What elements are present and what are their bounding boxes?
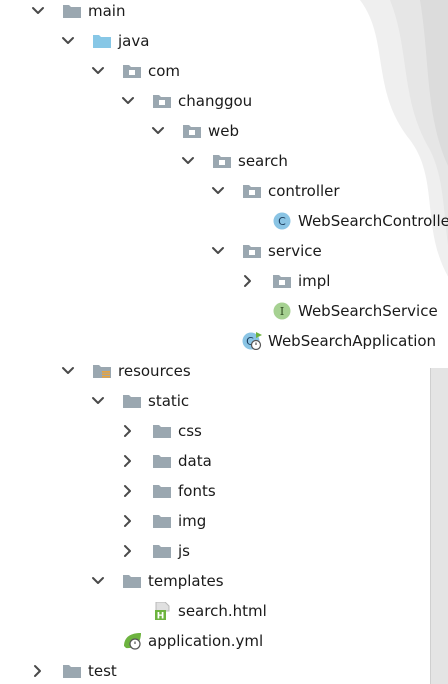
tree-item-label: web — [208, 122, 240, 140]
chevron-down-icon[interactable] — [90, 393, 106, 409]
tree-item[interactable]: changgou — [0, 86, 448, 116]
chevron-right-icon[interactable] — [30, 663, 46, 679]
chevron-right-icon[interactable] — [120, 453, 136, 469]
folder-gray-icon — [152, 512, 172, 530]
chevron-down-icon[interactable] — [90, 573, 106, 589]
tree-item-label: fonts — [178, 482, 216, 500]
tree-item[interactable]: templates — [0, 566, 448, 596]
tree-item[interactable]: static — [0, 386, 448, 416]
svg-text:H: H — [157, 612, 165, 621]
tree-item-label: WebSearchApplication — [268, 332, 437, 350]
package-icon — [272, 272, 292, 290]
chevron-down-icon[interactable] — [210, 183, 226, 199]
tree-item-label: static — [148, 392, 190, 410]
tree-item-label: css — [178, 422, 202, 440]
tree-item[interactable]: search — [0, 146, 448, 176]
tree-item-label: data — [178, 452, 212, 470]
tree-item[interactable]: fonts — [0, 476, 448, 506]
chevron-down-icon[interactable] — [210, 243, 226, 259]
html-file-icon: H — [152, 602, 172, 620]
tree-item-label: controller — [268, 182, 340, 200]
tree-item[interactable]: application.yml — [0, 626, 448, 656]
chevron-right-icon[interactable] — [120, 513, 136, 529]
folder-gray-icon — [62, 662, 82, 680]
tree-item[interactable]: resources — [0, 356, 448, 386]
tree-item[interactable]: img — [0, 506, 448, 536]
tree-item-label: main — [88, 2, 126, 20]
tree-item[interactable]: C WebSearchApplication — [0, 326, 448, 356]
spring-boot-class-icon: C — [242, 332, 262, 350]
tree-item[interactable]: css — [0, 416, 448, 446]
chevron-right-icon[interactable] — [120, 423, 136, 439]
tree-item[interactable]: web — [0, 116, 448, 146]
chevron-down-icon[interactable] — [180, 153, 196, 169]
tree-item-label: resources — [118, 362, 191, 380]
tree-item-label: test — [88, 662, 117, 680]
tree-item[interactable]: test — [0, 656, 448, 684]
tree-item[interactable]: Hsearch.html — [0, 596, 448, 626]
tree-item[interactable]: js — [0, 536, 448, 566]
package-icon — [242, 242, 262, 260]
project-tree-panel: main java com changgou web search controller C W… — [0, 0, 448, 684]
tree-item-label: application.yml — [148, 632, 264, 650]
tree-item[interactable]: data — [0, 446, 448, 476]
svg-text:I: I — [280, 305, 284, 318]
tree-item[interactable]: com — [0, 56, 448, 86]
tree-item[interactable]: service — [0, 236, 448, 266]
tree-item-label: com — [148, 62, 181, 80]
tree-item-label: search.html — [178, 602, 267, 620]
folder-gray-icon — [152, 482, 172, 500]
folder-gray-icon — [62, 2, 82, 20]
package-icon — [152, 92, 172, 110]
package-icon — [212, 152, 232, 170]
resources-folder-icon — [92, 362, 112, 380]
tree-item[interactable]: C WebSearchController — [0, 206, 448, 236]
chevron-down-icon[interactable] — [60, 363, 76, 379]
folder-blue-icon — [92, 32, 112, 50]
interface-icon: I — [272, 302, 292, 320]
package-icon — [182, 122, 202, 140]
chevron-right-icon[interactable] — [240, 273, 256, 289]
chevron-down-icon[interactable] — [90, 63, 106, 79]
tree-item-label: templates — [148, 572, 224, 590]
tree-item[interactable]: main — [0, 0, 448, 26]
tree-item-label: search — [238, 152, 288, 170]
folder-gray-icon — [152, 542, 172, 560]
folder-gray-icon — [152, 422, 172, 440]
tree-item[interactable]: java — [0, 26, 448, 56]
package-icon — [122, 62, 142, 80]
folder-gray-icon — [122, 572, 142, 590]
svg-text:C: C — [278, 215, 286, 228]
chevron-right-icon[interactable] — [120, 483, 136, 499]
tree-item-label: impl — [298, 272, 331, 290]
package-icon — [242, 182, 262, 200]
folder-gray-icon — [152, 452, 172, 470]
folder-gray-icon — [122, 392, 142, 410]
tree-item-label: service — [268, 242, 322, 260]
chevron-right-icon[interactable] — [120, 543, 136, 559]
tree-item-label: WebSearchService — [298, 302, 438, 320]
tree-item-label: changgou — [178, 92, 253, 110]
chevron-down-icon[interactable] — [60, 33, 76, 49]
tree-item-label: js — [178, 542, 190, 560]
tree-item-label: img — [178, 512, 207, 530]
chevron-down-icon[interactable] — [30, 3, 46, 19]
tree-item-label: WebSearchController — [298, 212, 448, 230]
chevron-down-icon[interactable] — [150, 123, 166, 139]
tree-item[interactable]: I WebSearchService — [0, 296, 448, 326]
tree-item-label: java — [118, 32, 150, 50]
tree-item[interactable]: impl — [0, 266, 448, 296]
tree-item[interactable]: controller — [0, 176, 448, 206]
spring-yml-icon — [122, 632, 142, 650]
class-icon: C — [272, 212, 292, 230]
chevron-down-icon[interactable] — [120, 93, 136, 109]
